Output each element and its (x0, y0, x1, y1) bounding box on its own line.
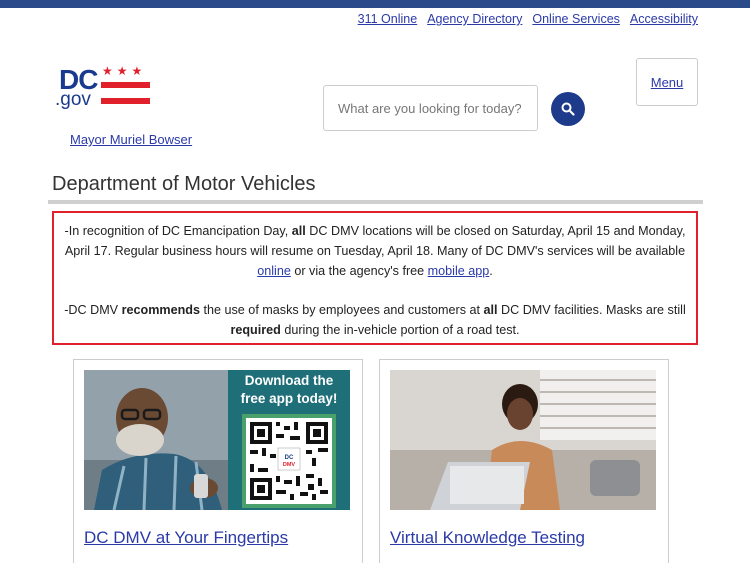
app-promo-line: free app today! (240, 391, 338, 406)
alert-emphasis: all (291, 224, 306, 238)
svg-text:DC: DC (285, 455, 294, 461)
card-image-app-promo[interactable]: Download the free app today! DC DMV (84, 370, 350, 510)
utility-link-online-services[interactable]: Online Services (532, 12, 620, 26)
alert-paragraph-masks: -DC DMV recommends the use of masks by e… (64, 300, 686, 340)
card-title-link-dmv-fingertips[interactable]: DC DMV at Your Fingertips (84, 528, 288, 548)
logo-stars-icon: ★★★ (102, 64, 147, 78)
svg-text:DMV: DMV (283, 462, 296, 468)
alert-text: . (489, 264, 493, 278)
card-image-woman-laptop[interactable] (390, 370, 656, 510)
alert-text: -In recognition of DC Emancipation Day, (64, 224, 292, 238)
logo-stripe (101, 98, 150, 104)
qr-code-icon: DC DMV (242, 414, 336, 508)
alert-paragraph-closure: -In recognition of DC Emancipation Day, … (64, 221, 686, 281)
utility-link-311-online[interactable]: 311 Online (358, 12, 418, 26)
alert-text: DC DMV facilities. Masks are still (497, 303, 686, 317)
logo-gov-text: .gov (55, 89, 91, 110)
utility-link-accessibility[interactable]: Accessibility (630, 12, 698, 26)
card-dmv-fingertips: Download the free app today! DC DMV DC D… (73, 359, 363, 563)
online-link[interactable]: online (257, 264, 291, 278)
search-button[interactable] (551, 92, 585, 126)
app-promo-line: Download the (244, 373, 334, 388)
page-title: Department of Motor Vehicles (52, 173, 316, 195)
title-divider (48, 200, 703, 204)
alert-text: -DC DMV (64, 303, 122, 317)
top-accent-bar (0, 0, 750, 8)
app-promo-panel: Download the free app today! DC DMV (228, 370, 350, 510)
alert-banner: -In recognition of DC Emancipation Day, … (52, 211, 698, 345)
search-input[interactable] (323, 85, 538, 131)
dc-gov-logo[interactable]: DC .gov ★★★ (55, 64, 155, 110)
app-promo-text: Download the free app today! (228, 372, 350, 408)
alert-emphasis: all (483, 303, 498, 317)
mobile-app-link[interactable]: mobile app (428, 264, 490, 278)
card-virtual-knowledge-testing: Virtual Knowledge Testing (379, 359, 669, 563)
logo-stripe (101, 82, 150, 88)
alert-text: or via the agency's free (290, 264, 428, 278)
menu-button[interactable]: Menu (636, 58, 698, 106)
alert-text: the use of masks by employees and custom… (200, 303, 484, 317)
utility-link-agency-directory[interactable]: Agency Directory (427, 12, 522, 26)
utility-nav: 311 Online Agency Directory Online Servi… (358, 12, 698, 26)
alert-emphasis: recommends (121, 303, 200, 317)
woman-with-laptop-image (390, 370, 656, 510)
card-title-link-virtual-knowledge-testing[interactable]: Virtual Knowledge Testing (390, 528, 585, 548)
search-icon (561, 102, 575, 116)
mayor-link[interactable]: Mayor Muriel Bowser (70, 132, 192, 147)
alert-text: during the in-vehicle portion of a road … (280, 323, 520, 337)
alert-emphasis: required (230, 323, 281, 337)
